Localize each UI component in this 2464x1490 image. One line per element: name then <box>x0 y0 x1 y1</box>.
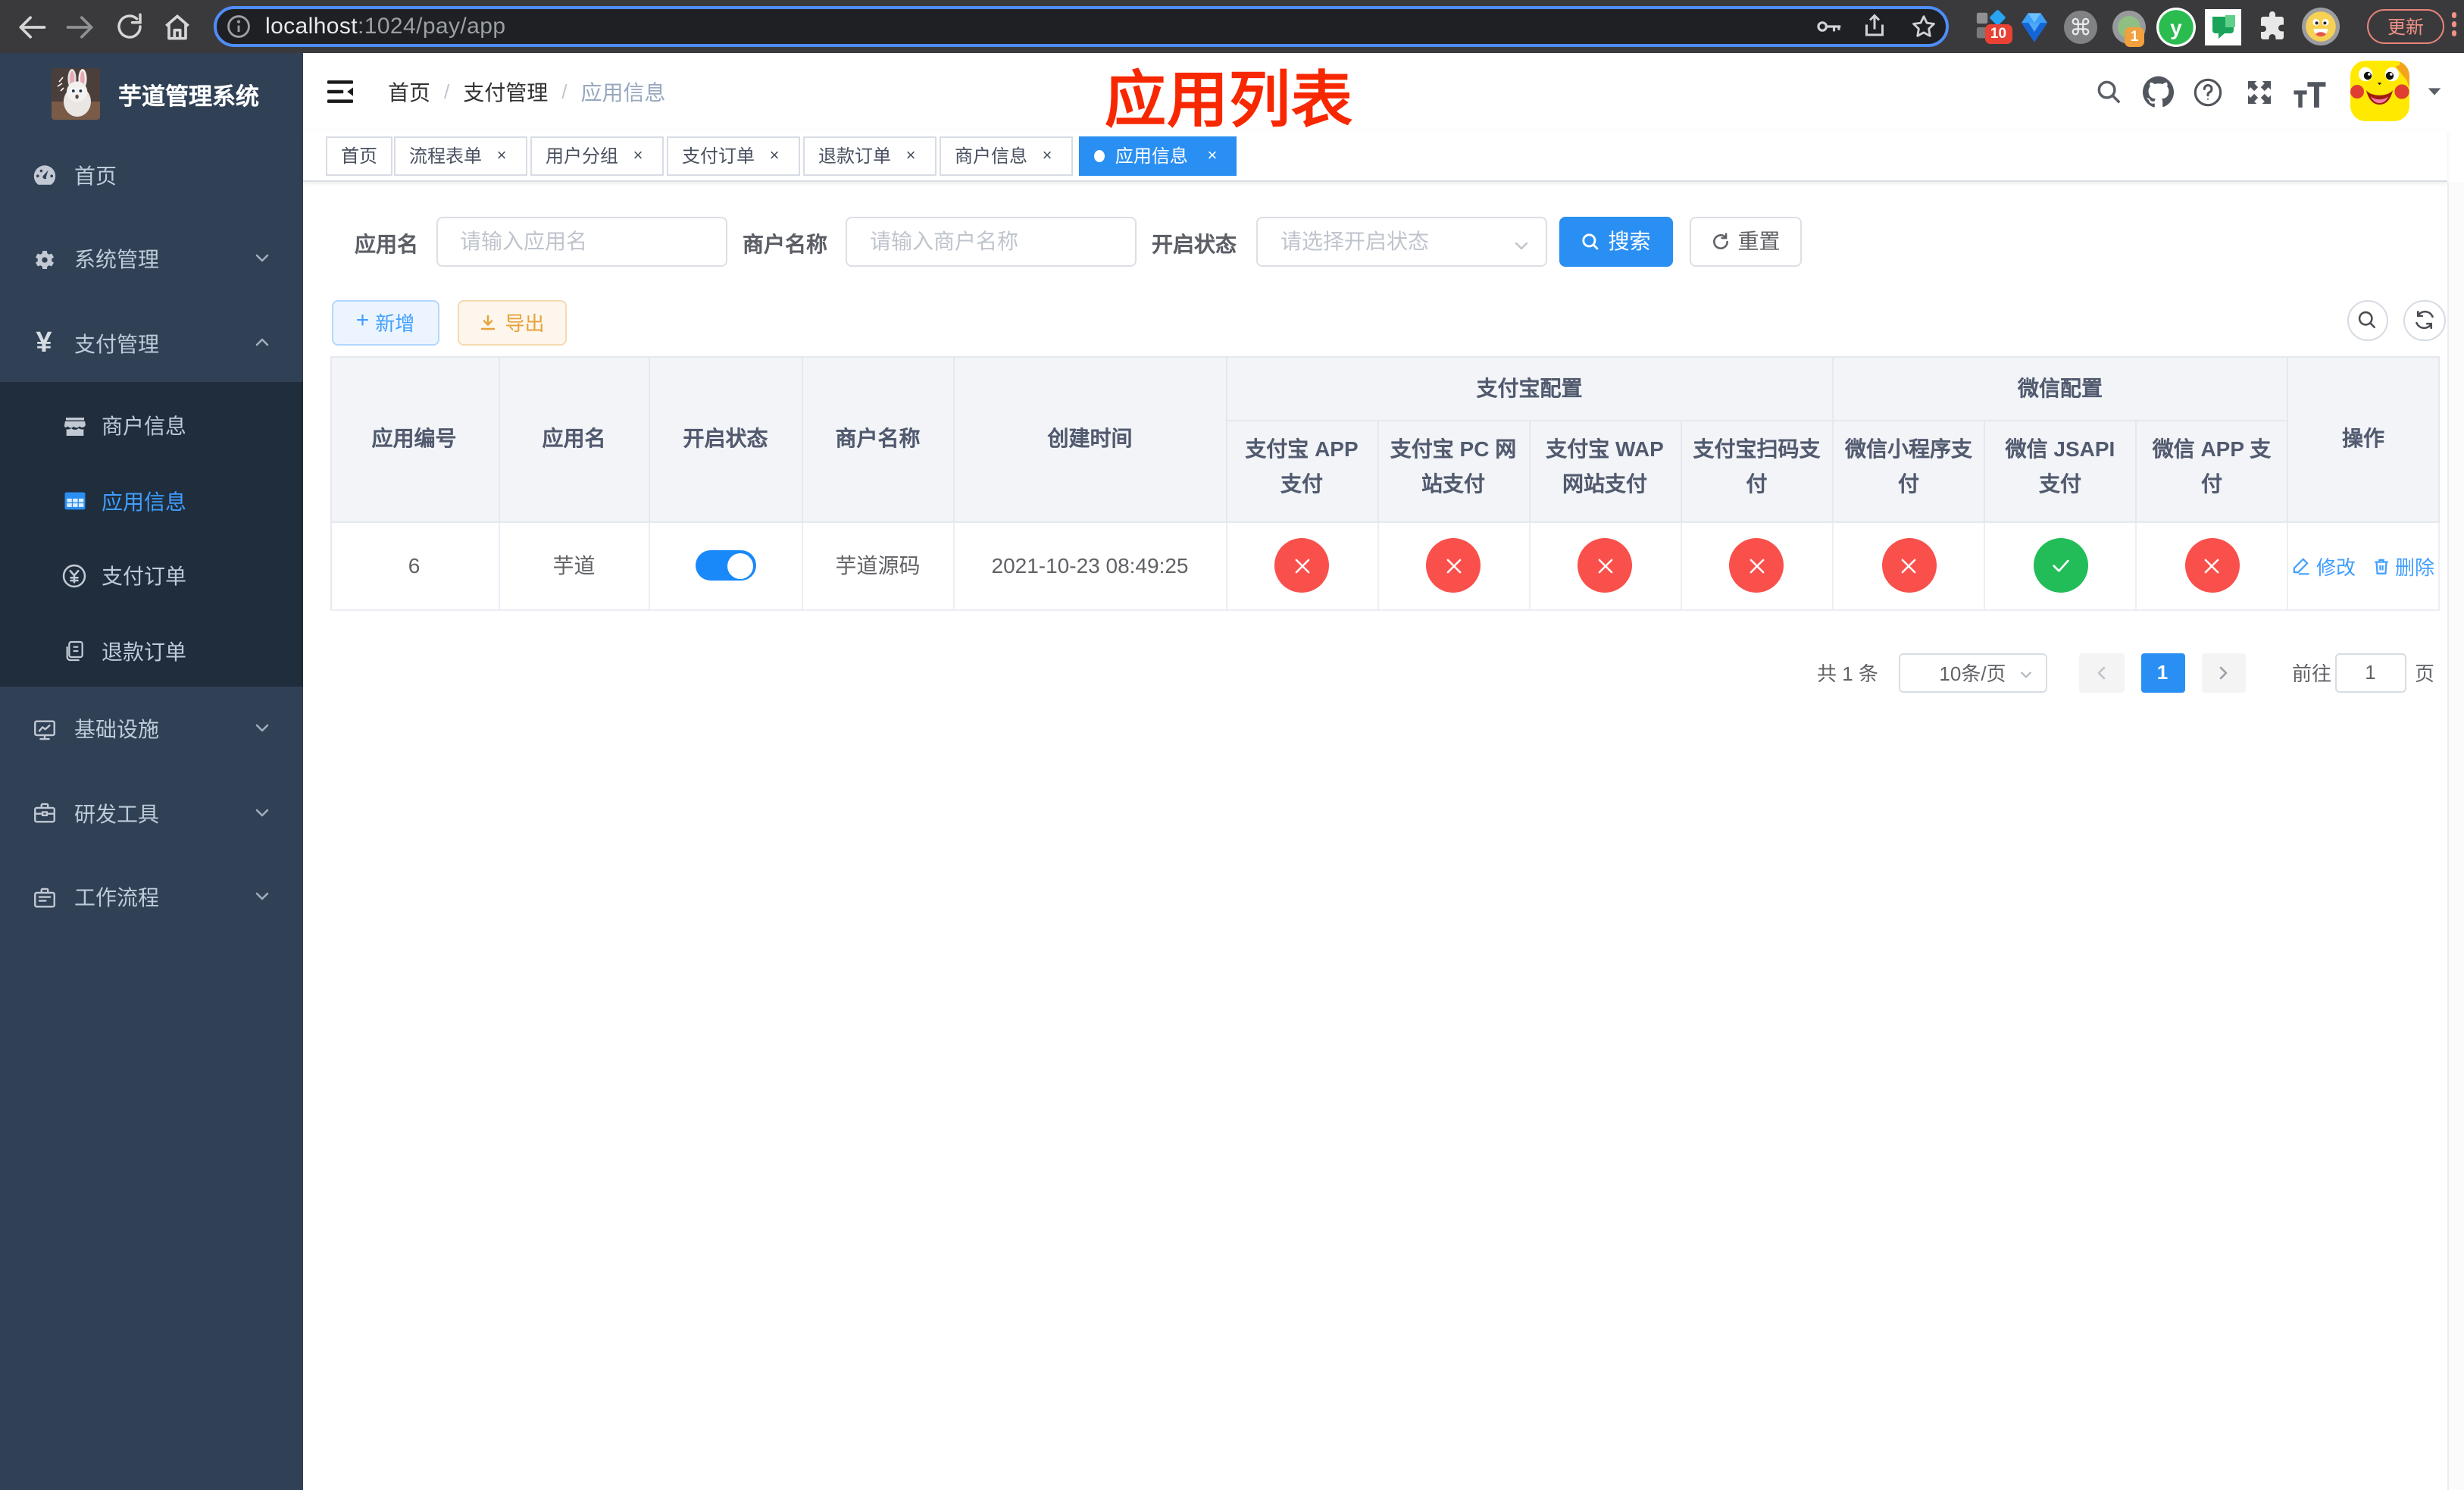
svg-text:⌘: ⌘ <box>2069 14 2092 39</box>
svg-text:y: y <box>2170 15 2182 39</box>
